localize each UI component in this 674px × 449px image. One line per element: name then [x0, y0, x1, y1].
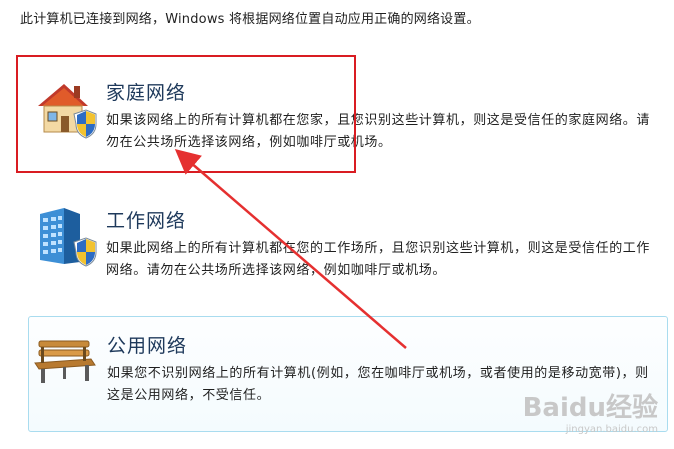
annotation-arrow [174, 148, 407, 349]
network-location-page: 此计算机已连接到网络，Windows 将根据网络位置自动应用正确的网络设置。 家… [0, 0, 674, 449]
baidu-watermark: Baidu经验 jingyan.baidu.com [523, 387, 658, 435]
watermark-brand: Baidu经验 [522, 393, 658, 423]
watermark-url: jingyan.baidu.com [565, 424, 658, 435]
